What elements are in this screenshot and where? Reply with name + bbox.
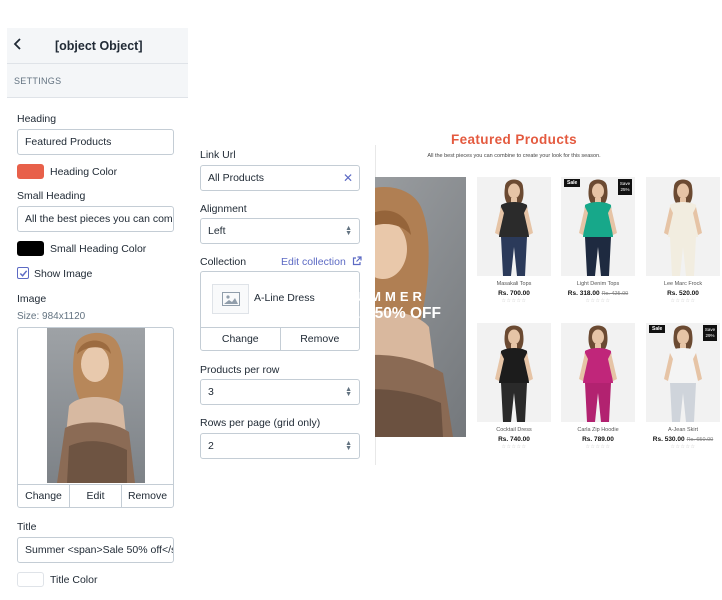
product-name[interactable]: Lee Marc Frock [646, 281, 720, 287]
product-card[interactable]: Sale Save 29% A-Jean Skirt Rs. 530.00 Rs. 65… [646, 323, 720, 450]
product-price: Rs. 740.00 [498, 436, 530, 443]
product-card[interactable]: Cocktail Dress Rs. 740.00 ☆☆☆☆☆ [477, 323, 551, 450]
image-thumbnail [47, 328, 145, 483]
small-heading-color-label: Small Heading Color [50, 243, 147, 255]
rating-stars-icon: ☆☆☆☆☆ [501, 444, 527, 450]
banner-title-line2: SALE 50% OFF [329, 305, 441, 322]
product-old-price: Rs. 650.00 [686, 437, 714, 443]
rating-stars-icon: ☆☆☆☆☆ [585, 298, 611, 304]
banner-title: SUMMER SALE 50% OFF [324, 289, 446, 323]
product-old-price: Rs. 425.00 [601, 291, 629, 297]
select-arrows-icon: ▲ ▼ [345, 440, 352, 452]
small-heading-color-swatch[interactable] [17, 241, 44, 256]
product-card[interactable]: Masakali Tops Rs. 700.00 ☆☆☆☆☆ [477, 177, 551, 304]
clear-icon[interactable]: ✕ [343, 166, 353, 190]
rows-per-page-value: 2 [208, 440, 214, 452]
rating-stars-icon: ☆☆☆☆☆ [585, 444, 611, 450]
link-url-label: Link Url [200, 149, 236, 161]
image-remove-button[interactable]: Remove [122, 485, 173, 507]
image-size-text: Size: 984x1120 [17, 311, 86, 322]
checkmark-icon [19, 269, 27, 277]
save-percent-badge: Save 29% [703, 325, 717, 341]
alignment-label: Alignment [200, 203, 247, 215]
sale-badge: Sale [649, 325, 666, 333]
product-image[interactable] [477, 177, 551, 276]
products-per-row-value: 3 [208, 386, 214, 398]
chevron-left-icon[interactable] [13, 37, 33, 54]
product-card[interactable]: Lee Marc Frock Rs. 520.00 ☆☆☆☆☆ [646, 177, 720, 304]
rows-per-page-select[interactable]: 2 ▲ ▼ [200, 433, 360, 459]
panel-title: [object Object] [55, 38, 143, 53]
product-image[interactable]: Sale Save 29% [646, 323, 720, 422]
title-color-label: Title Color [50, 574, 98, 586]
sale-badge: Sale [564, 179, 581, 187]
rows-per-page-label: Rows per page (grid only) [200, 417, 321, 429]
title-color-swatch[interactable] [17, 572, 44, 587]
link-url-input[interactable]: All Products ✕ [200, 165, 360, 191]
product-price: Rs. 520.00 [667, 290, 699, 297]
collection-change-button[interactable]: Change [201, 328, 281, 350]
title-input[interactable]: Summer <span>Sale 50% off</s [17, 537, 174, 563]
rating-stars-icon: ☆☆☆☆☆ [670, 444, 696, 450]
product-price: Rs. 318.00 Rs. 425.00 [567, 290, 629, 297]
divider [7, 97, 188, 98]
show-image-label: Show Image [34, 268, 93, 280]
select-arrows-icon: ▲ ▼ [345, 225, 352, 237]
small-heading-label: Small Heading [17, 190, 86, 202]
small-heading-input[interactable]: All the best pieces you can comb [17, 206, 174, 232]
product-image[interactable] [477, 323, 551, 422]
panel-header: [object Object] [7, 28, 188, 64]
edit-collection-text: Edit collection [281, 256, 346, 268]
product-image[interactable] [561, 323, 635, 422]
products-per-row-select[interactable]: 3 ▲ ▼ [200, 379, 360, 405]
product-image[interactable]: Sale Save 25% [561, 177, 635, 276]
heading-color-swatch[interactable] [17, 164, 44, 179]
collection-name: A-Line Dress [254, 292, 315, 304]
alignment-value: Left [208, 225, 226, 237]
collection-remove-button[interactable]: Remove [281, 328, 360, 350]
heading-input[interactable]: Featured Products [17, 129, 174, 155]
product-price: Rs. 700.00 [498, 290, 530, 297]
banner-title-line1: SUMMER [344, 289, 426, 304]
heading-label: Heading [17, 113, 57, 125]
product-price: Rs. 789.00 [582, 436, 614, 443]
rating-stars-icon: ☆☆☆☆☆ [670, 298, 696, 304]
image-placeholder-icon [212, 284, 249, 314]
image-edit-button[interactable]: Edit [70, 485, 122, 507]
show-image-checkbox[interactable] [17, 267, 29, 279]
link-url-value: All Products [208, 172, 265, 184]
product-name[interactable]: Masakali Tops [477, 281, 551, 287]
title-label: Title [17, 521, 37, 533]
settings-section-label: SETTINGS [14, 76, 62, 86]
alignment-select[interactable]: Left ▲ ▼ [200, 218, 360, 244]
rating-stars-icon: ☆☆☆☆☆ [501, 298, 527, 304]
image-change-button[interactable]: Change [18, 485, 70, 507]
heading-color-label: Heading Color [50, 166, 118, 178]
external-link-icon [352, 256, 362, 266]
product-name[interactable]: Cocktail Dress [477, 427, 551, 433]
select-arrows-icon: ▲ ▼ [345, 386, 352, 398]
product-name[interactable]: Carla Zip Hoodie [561, 427, 635, 433]
preview-heading: Featured Products [450, 132, 578, 147]
products-per-row-label: Products per row [200, 364, 280, 376]
collection-label: Collection [200, 256, 247, 268]
preview-subheading: All the best pieces you can combine to c… [427, 153, 601, 159]
save-percent-badge: Save 25% [618, 179, 632, 195]
product-name[interactable]: Light Denim Tops [561, 281, 635, 287]
product-card[interactable]: Sale Save 25% Light Denim Tops Rs. 318.00 Rs… [561, 177, 635, 304]
image-label: Image [17, 293, 47, 305]
edit-collection-link[interactable]: Edit collection [281, 256, 362, 268]
product-image[interactable] [646, 177, 720, 276]
image-picker: Change Edit Remove [17, 327, 174, 508]
product-card[interactable]: Carla Zip Hoodie Rs. 789.00 ☆☆☆☆☆ [561, 323, 635, 450]
product-price: Rs. 530.00 Rs. 650.00 [652, 436, 714, 443]
product-name[interactable]: A-Jean Skirt [646, 427, 720, 433]
